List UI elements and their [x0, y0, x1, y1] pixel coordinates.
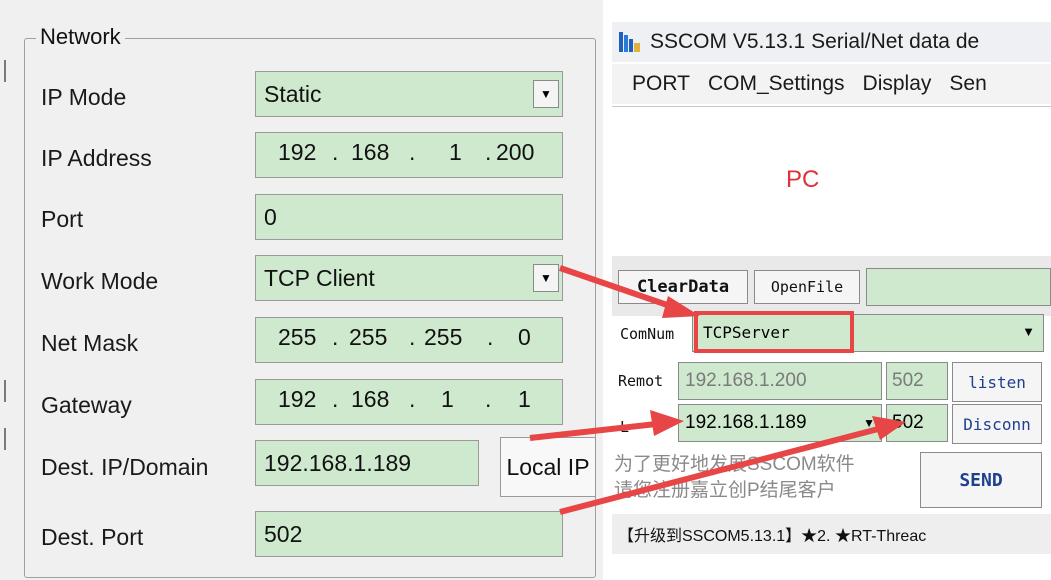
ip-octet: 0 — [518, 324, 531, 350]
annotation-highlight-box — [694, 311, 854, 353]
chevron-down-icon[interactable]: ▼ — [533, 264, 559, 292]
clear-data-button[interactable]: ClearData — [618, 270, 748, 304]
port-input[interactable]: 0 — [255, 194, 563, 240]
gateway-input[interactable]: 192 . 168 . 1 . 1 — [255, 379, 563, 425]
ip-octet: 192 — [278, 386, 317, 412]
ip-address-input[interactable]: 192 . 168 . 1 . 200 — [255, 132, 563, 178]
net-mask-input[interactable]: 255 . 255 . 255 . 0 — [255, 317, 563, 363]
listen-button[interactable]: listen — [952, 362, 1042, 402]
work-mode-label: Work Mode — [41, 268, 159, 294]
ip-octet: 255 — [424, 324, 463, 350]
ip-dot: . — [332, 386, 339, 412]
ip-dot: . — [485, 139, 492, 165]
remote-ip-input[interactable]: 192.168.1.200 — [678, 362, 882, 400]
port-label: Port — [41, 206, 84, 232]
local-ip-select[interactable]: 192.168.1.189 ▼ — [678, 404, 882, 442]
ip-octet: 1 — [449, 139, 462, 165]
remote-ip-value: 192.168.1.200 — [685, 370, 807, 391]
menu-item-com-settings[interactable]: COM_Settings — [708, 72, 845, 96]
file-path-input[interactable] — [866, 268, 1051, 306]
chevron-down-icon[interactable]: ▼ — [863, 416, 875, 430]
port-value: 0 — [264, 203, 277, 230]
remote-label: Remot — [618, 372, 664, 390]
network-group-title: Network — [36, 24, 125, 50]
ip-octet: 255 — [349, 324, 388, 350]
dest-ip-input[interactable]: 192.168.1.189 — [255, 440, 479, 486]
status-text: 【升级到SSCOM5.13.1】★2. ★RT-Threac — [618, 528, 927, 545]
remote-port-value: 502 — [892, 370, 924, 391]
local-ip-value: 192.168.1.189 — [685, 412, 807, 433]
ip-mode-label: IP Mode — [41, 84, 127, 110]
pc-label: PC — [786, 166, 820, 193]
chevron-down-icon[interactable]: ▼ — [1022, 324, 1035, 339]
dest-port-label: Dest. Port — [41, 524, 144, 550]
ip-octet: 168 — [351, 139, 390, 165]
send-button[interactable]: SEND — [920, 452, 1042, 508]
ip-address-label: IP Address — [41, 145, 152, 171]
menu-item-display[interactable]: Display — [863, 72, 932, 96]
menu-item-port[interactable]: PORT — [632, 72, 690, 96]
work-mode-select[interactable]: TCP Client ▼ — [255, 255, 563, 301]
divider — [4, 380, 6, 402]
ip-dot: . — [409, 386, 416, 412]
gateway-label: Gateway — [41, 392, 132, 418]
network-group-box — [24, 38, 596, 578]
ip-octet: 1 — [518, 386, 531, 412]
menu-bar: PORT COM_Settings Display Sen — [612, 64, 1051, 104]
ip-dot: . — [485, 386, 492, 412]
remote-port-input[interactable]: 502 — [886, 362, 948, 400]
divider — [4, 60, 6, 82]
local-label: L — [620, 418, 630, 436]
net-mask-label: Net Mask — [41, 330, 139, 356]
sscom-app-icon — [618, 30, 642, 54]
ip-dot: . — [332, 324, 339, 350]
open-file-button[interactable]: OpenFile — [754, 270, 860, 304]
ip-octet: 168 — [351, 386, 390, 412]
ip-octet: 200 — [496, 139, 535, 165]
ip-dot: . — [409, 139, 416, 165]
ip-octet: 1 — [441, 386, 454, 412]
ip-octet: 192 — [278, 139, 317, 165]
promo-line: 请您注册嘉立创P结尾客户 — [614, 480, 836, 501]
dest-port-value: 502 — [264, 520, 303, 547]
status-bar: 【升级到SSCOM5.13.1】★2. ★RT-Threac — [612, 514, 1051, 554]
ip-dot: . — [487, 324, 494, 350]
promo-line: 为了更好地发展SSCOM软件 — [614, 454, 855, 475]
chevron-down-icon[interactable]: ▼ — [533, 80, 559, 108]
comnum-label: ComNum — [620, 325, 675, 343]
ip-dot: . — [409, 324, 416, 350]
work-mode-value: TCP Client — [264, 264, 375, 291]
divider — [4, 428, 6, 450]
menu-item-send[interactable]: Sen — [949, 72, 986, 96]
disconnect-button[interactable]: Disconn — [952, 404, 1042, 444]
ip-mode-value: Static — [264, 80, 322, 107]
local-ip-button[interactable]: Local IP — [500, 437, 596, 497]
receive-area[interactable] — [612, 106, 1051, 258]
local-port-input[interactable]: 502 — [886, 404, 948, 442]
sscom-titlebar: SSCOM V5.13.1 Serial/Net data de — [612, 22, 1051, 62]
dest-ip-value: 192.168.1.189 — [264, 449, 412, 476]
ip-octet: 255 — [278, 324, 317, 350]
window-title: SSCOM V5.13.1 Serial/Net data de — [650, 30, 980, 53]
local-port-value: 502 — [892, 412, 924, 433]
ip-dot: . — [332, 139, 339, 165]
dest-ip-label: Dest. IP/Domain — [41, 454, 209, 480]
dest-port-input[interactable]: 502 — [255, 511, 563, 557]
ip-mode-select[interactable]: Static ▼ — [255, 71, 563, 117]
promo-text: 为了更好地发展SSCOM软件 请您注册嘉立创P结尾客户 — [614, 452, 914, 504]
